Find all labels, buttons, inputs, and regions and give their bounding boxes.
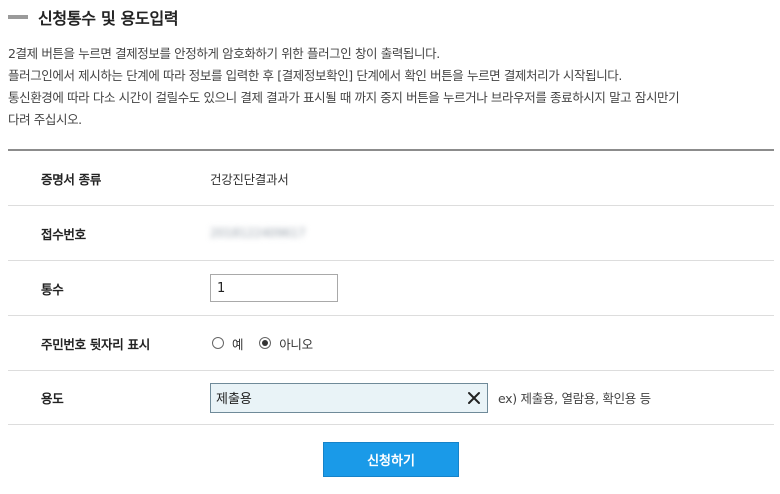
- section-header: 신청통수 및 용도입력: [8, 6, 179, 28]
- count-input[interactable]: [210, 274, 338, 302]
- section-bar-icon: [8, 15, 28, 19]
- id-display-label: 주민번호 뒷자리 표시: [41, 336, 150, 352]
- use-hint: ex) 제출용, 열람용, 확인용 등: [498, 391, 651, 406]
- submit-button[interactable]: 신청하기: [323, 442, 459, 477]
- close-icon[interactable]: [466, 390, 482, 406]
- use-input[interactable]: [210, 382, 488, 413]
- radio-no[interactable]: [259, 337, 272, 349]
- notice-line: 통신환경에 따라 다소 시간이 걸릴수도 있으니 결제 결과가 표시될 때 까지…: [8, 90, 680, 105]
- form-row-count: 통수: [8, 261, 774, 316]
- radio-yes-label: 예: [232, 336, 244, 352]
- notice-line: 다려 주십시오.: [8, 112, 82, 127]
- notice-text: 2결제 버튼을 누르면 결제정보를 안정하게 암호화하기 위한 플러그인 창이 …: [8, 43, 778, 131]
- cert-type-label: 증명서 종류: [41, 171, 102, 187]
- use-field: [210, 382, 488, 413]
- form-row-cert-type: 증명서 종류 건강진단결과서: [8, 151, 774, 206]
- form-row-id-display: 주민번호 뒷자리 표시 예 아니오: [8, 316, 774, 371]
- cert-type-value: 건강진단결과서: [210, 171, 289, 187]
- radio-selected-dot: [262, 340, 269, 346]
- radio-yes[interactable]: [212, 337, 224, 349]
- notice-line: 플러그인에서 제시하는 단계에 따라 정보를 입력한 후 [결제정보확인] 단계…: [8, 68, 622, 83]
- radio-option-yes[interactable]: 예: [212, 334, 244, 353]
- form-row-receipt: 접수번호 2018122409617: [8, 206, 774, 261]
- radio-option-no[interactable]: 아니오: [259, 334, 313, 353]
- use-label: 용도: [41, 391, 64, 406]
- receipt-number-value: 2018122409617: [210, 226, 306, 240]
- notice-line: 2결제 버튼을 누르면 결제정보를 안정하게 암호화하기 위한 플러그인 창이 …: [8, 46, 440, 61]
- application-form: 증명서 종류 건강진단결과서 접수번호 2018122409617 통수 주민번…: [8, 149, 774, 425]
- radio-no-label: 아니오: [279, 336, 313, 352]
- count-label: 통수: [41, 281, 64, 297]
- receipt-label: 접수번호: [41, 226, 86, 242]
- form-row-use: 용도 ex) 제출용, 열람용, 확인용 등: [8, 371, 774, 425]
- section-title: 신청통수 및 용도입력: [38, 9, 179, 28]
